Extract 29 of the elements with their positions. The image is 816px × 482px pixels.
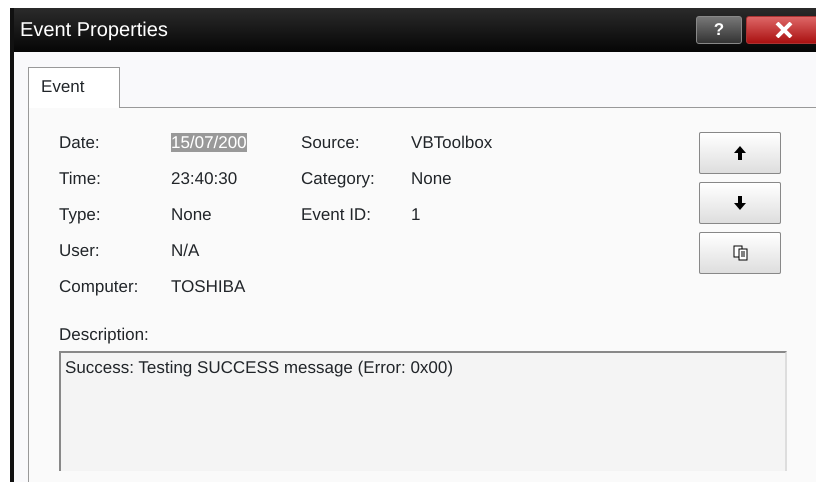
window-title: Event Properties: [19, 18, 169, 43]
field-label: Type:: [59, 204, 102, 226]
field-label: User:: [59, 240, 101, 262]
down-arrow-icon: [732, 194, 748, 210]
field-label: Date:: [59, 132, 101, 154]
tab[interactable]: Event: [28, 67, 120, 108]
field-label: Category:: [301, 168, 376, 190]
down-arrow-button[interactable]: [699, 182, 781, 224]
field-label: Computer:: [59, 276, 140, 298]
description-label: Description:: [59, 324, 150, 346]
field-value: 15/07/200: [171, 132, 247, 152]
field-label: Source:: [301, 132, 361, 154]
up-arrow-icon: [732, 144, 748, 160]
help-button[interactable]: ?: [696, 16, 742, 44]
field-label: Time:: [59, 168, 102, 190]
close-button[interactable]: [746, 16, 816, 44]
description-field[interactable]: Success: Testing SUCCESS message (Error: 0x00): [59, 351, 787, 471]
field-value: None: [171, 204, 212, 224]
field-value: N/A: [171, 240, 200, 260]
field-value: 23:40:30: [171, 168, 238, 188]
up-arrow-button[interactable]: [699, 132, 781, 174]
field-value: TOSHIBA: [171, 276, 246, 296]
field-value: VBToolbox: [411, 132, 494, 154]
copy-icon: [732, 244, 748, 260]
copy-button[interactable]: [699, 232, 781, 274]
field-label: Event ID:: [301, 204, 372, 226]
close-icon: [775, 22, 793, 38]
field-value: 1: [411, 204, 422, 226]
field-value: None: [411, 168, 453, 190]
